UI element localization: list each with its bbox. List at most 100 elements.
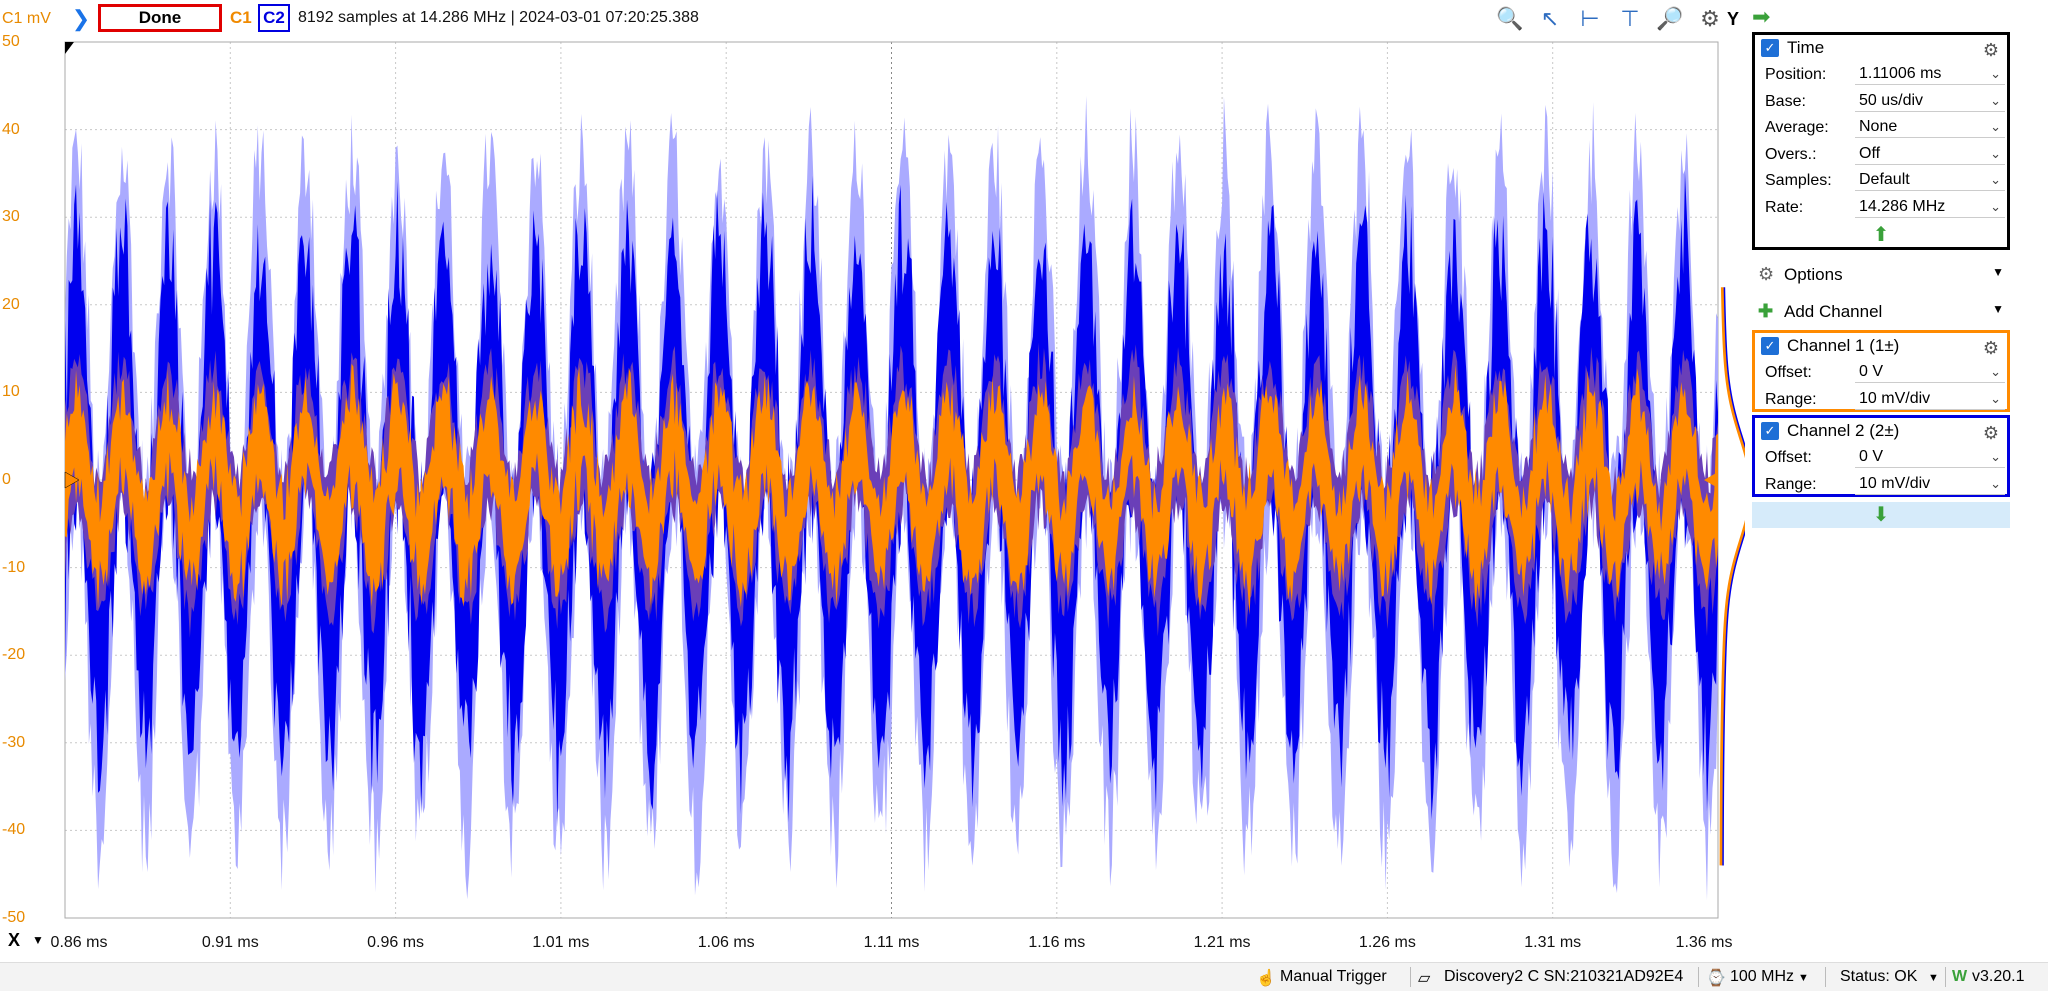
device-info[interactable]: Discovery2 C SN:210321AD92E4 — [1444, 968, 1683, 986]
y-tick-label: -40 — [2, 821, 26, 839]
channel-1-settings-icon[interactable]: ⚙ — [1983, 335, 1999, 361]
setting-value-select[interactable]: 10 mV/div ⌄ — [1855, 388, 2005, 410]
y-axis-button[interactable]: Y — [1722, 6, 1744, 32]
manual-trigger[interactable]: Manual Trigger — [1280, 968, 1387, 986]
add-channel-row[interactable]: ✚ Add Channel ▼ — [1752, 295, 2010, 327]
x-tick-label: 1.36 ms — [1675, 934, 1733, 951]
status-bar: ☝ Manual Trigger ▱ Discovery2 C SN:21032… — [0, 962, 2048, 991]
channel-1-panel: ✓ Channel 1 (1±) ⚙ Offset: 0 V ⌄ Range: 10 m… — [1752, 330, 2010, 412]
zoom-out-icon[interactable]: 🔎 — [1654, 4, 1686, 34]
time-title: Time — [1787, 38, 1825, 57]
y-tick-label: -30 — [2, 733, 26, 751]
x-tick-label: 1.16 ms — [1028, 934, 1086, 951]
setting-row: Rate: 14.286 MHz ⌄ — [1755, 194, 2007, 221]
setting-row: Samples: Default ⌄ — [1755, 167, 2007, 194]
channel-1-chip[interactable]: C1 — [230, 8, 252, 28]
channel-2-panel: ✓ Channel 2 (2±) ⚙ Offset: 0 V ⌄ Range: 10 m… — [1752, 415, 2010, 497]
setting-label: Rate: — [1765, 198, 1804, 216]
setting-value-select[interactable]: 14.286 MHz ⌄ — [1855, 196, 2005, 218]
right-panel: ✓ Time ⚙ Position: 1.11006 ms ⌄ Base: 50 us/… — [1752, 30, 2010, 930]
arrow-up-icon[interactable]: ⬆ — [1755, 222, 2007, 247]
setting-label: Base: — [1765, 92, 1806, 110]
setting-value: 50 us/div — [1859, 91, 1924, 109]
x-tick-label: 1.26 ms — [1358, 934, 1416, 951]
channel-1-title: Channel 1 (1±) — [1787, 336, 1900, 355]
chevron-down-icon[interactable]: ⌄ — [1990, 63, 2001, 85]
setting-value: Default — [1859, 171, 1910, 188]
chevron-down-icon[interactable]: ⌄ — [1990, 388, 2001, 410]
add-channel-dropdown-icon[interactable]: ▼ — [1992, 302, 2004, 316]
chevron-down-icon[interactable]: ⌄ — [1990, 143, 2001, 165]
setting-value: None — [1859, 118, 1898, 135]
time-checkbox[interactable]: ✓ — [1761, 39, 1779, 57]
setting-row: Position: 1.11006 ms ⌄ — [1755, 61, 2007, 88]
setting-row: Overs.: Off ⌄ — [1755, 141, 2007, 168]
y-tick-label: -10 — [2, 558, 26, 576]
arrow-right-icon[interactable]: ➡ — [1752, 4, 1770, 30]
chevron-down-icon[interactable]: ⌄ — [1990, 446, 2001, 468]
chevron-down-icon[interactable]: ⌄ — [1990, 169, 2001, 191]
setting-value-select[interactable]: 0 V ⌄ — [1855, 446, 2005, 468]
x-tick-label: 1.01 ms — [532, 934, 590, 951]
y-tick-label: 0 — [2, 471, 11, 488]
cursor-icon[interactable]: ↖ — [1534, 4, 1566, 34]
channel-2-settings-icon[interactable]: ⚙ — [1983, 420, 1999, 446]
setting-label: Offset: — [1765, 364, 1812, 381]
setting-value: 0 V — [1859, 363, 1884, 380]
setting-label: Range: — [1765, 475, 1817, 493]
device-icon: ▱ — [1418, 970, 1431, 987]
channel-2-checkbox[interactable]: ✓ — [1761, 422, 1779, 440]
options-label: Options — [1784, 265, 1843, 284]
time-settings-icon[interactable]: ⚙ — [1983, 37, 1999, 63]
setting-row: Range: 10 mV/div ⌄ — [1755, 471, 2007, 498]
channel-2-chip[interactable]: C2 — [258, 4, 290, 32]
channel-1-checkbox[interactable]: ✓ — [1761, 337, 1779, 355]
y-tick-label: 30 — [2, 208, 20, 226]
x-dropdown-icon[interactable]: ▼ — [32, 933, 44, 947]
setting-value-select[interactable]: Off ⌄ — [1855, 143, 2005, 165]
time-panel: ✓ Time ⚙ Position: 1.11006 ms ⌄ Base: 50 us/… — [1752, 32, 2010, 250]
setting-row: Offset: 0 V ⌄ — [1755, 444, 2007, 471]
oscilloscope-plot[interactable] — [0, 38, 1745, 923]
y-tick-label: -20 — [2, 646, 26, 664]
setting-value-select[interactable]: 10 mV/div ⌄ — [1855, 473, 2005, 495]
status-dropdown-icon[interactable]: ▼ — [1928, 972, 1939, 984]
arrow-down-icon[interactable]: ⬇ — [1752, 502, 2010, 528]
x-tick-label: 1.11 ms — [863, 934, 920, 951]
x-axis-button[interactable]: X — [8, 930, 20, 951]
setting-value-select[interactable]: 50 us/div ⌄ — [1855, 90, 2005, 112]
chevron-down-icon[interactable]: ⌄ — [1990, 196, 2001, 218]
clock-dropdown-icon[interactable]: ▼ — [1798, 972, 1809, 984]
x-tick-label: 1.06 ms — [697, 934, 755, 951]
setting-value: Off — [1859, 144, 1881, 162]
chevron-down-icon[interactable]: ⌄ — [1990, 116, 2001, 138]
chevron-down-icon[interactable]: ⌄ — [1990, 473, 2001, 495]
h-cursor-icon[interactable]: ⊢ — [1574, 4, 1606, 34]
add-channel-label: Add Channel — [1784, 302, 1883, 321]
setting-value-select[interactable]: Default ⌄ — [1855, 169, 2005, 191]
acquisition-status: Done — [98, 4, 222, 32]
setting-row: Average: None ⌄ — [1755, 114, 2007, 141]
channel-2-title: Channel 2 (2±) — [1787, 421, 1900, 440]
chevron-down-icon[interactable]: ⌄ — [1990, 90, 2001, 112]
setting-value: 1.11006 ms — [1859, 65, 1942, 82]
options-dropdown-icon[interactable]: ▼ — [1992, 265, 2004, 279]
zoom-in-icon[interactable]: 🔍 — [1494, 4, 1526, 34]
add-icon: ✚ — [1758, 301, 1774, 321]
setting-value: 10 mV/div — [1859, 474, 1931, 492]
v-cursor-icon[interactable]: ⊤ — [1614, 4, 1646, 34]
y-unit-label: C1 mV — [2, 10, 51, 27]
trigger-marker — [65, 42, 74, 54]
options-row[interactable]: ⚙ Options ▼ — [1752, 258, 2010, 290]
plot-svg[interactable] — [0, 38, 1745, 923]
options-gear-icon: ⚙ — [1758, 264, 1775, 284]
acquisition-info: 8192 samples at 14.286 MHz | 2024-03-01 … — [298, 9, 699, 26]
setting-value-select[interactable]: 1.11006 ms ⌄ — [1855, 63, 2005, 85]
clock-icon: ⌚ — [1706, 970, 1726, 987]
setting-value: 0 V — [1859, 448, 1884, 465]
setting-value-select[interactable]: 0 V ⌄ — [1855, 361, 2005, 383]
clock-rate[interactable]: 100 MHz — [1730, 968, 1794, 986]
setting-value-select[interactable]: None ⌄ — [1855, 116, 2005, 138]
run-play-icon[interactable]: ❯ — [70, 6, 92, 32]
chevron-down-icon[interactable]: ⌄ — [1990, 361, 2001, 383]
